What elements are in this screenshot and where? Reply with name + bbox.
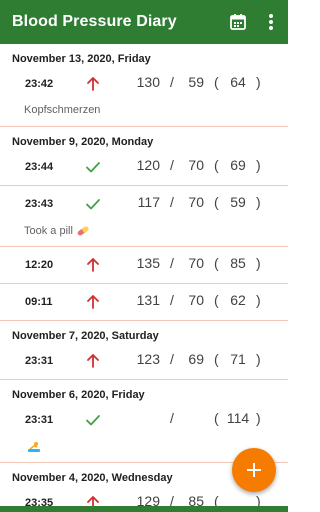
separator-slash: / bbox=[170, 410, 174, 426]
entry-time: 23:43 bbox=[25, 198, 54, 210]
pulse-value: 71 bbox=[230, 351, 246, 367]
pulse-paren-close: ) bbox=[256, 493, 261, 506]
diastolic-value: 70 bbox=[188, 157, 204, 173]
check-icon bbox=[86, 162, 100, 173]
arrow-up-icon bbox=[87, 354, 99, 368]
pulse-paren-close: ) bbox=[256, 157, 261, 173]
date-header: November 6, 2020, Friday bbox=[12, 389, 145, 401]
systolic-value: 129 bbox=[136, 493, 160, 506]
entry-row[interactable]: 12:20 135 / 70 (85) bbox=[0, 246, 288, 283]
separator-slash: / bbox=[170, 351, 174, 367]
entry-row[interactable]: 23:44 120 / 70 (69) bbox=[0, 149, 288, 185]
systolic-value: 117 bbox=[137, 194, 160, 210]
separator-slash: / bbox=[170, 194, 174, 210]
arrow-up-icon bbox=[87, 77, 99, 91]
entry-time: 09:11 bbox=[25, 296, 53, 308]
pulse-paren-close: ) bbox=[256, 74, 261, 90]
note-text: Took a pill bbox=[24, 224, 73, 237]
pulse-paren-open: ( bbox=[214, 351, 219, 367]
pulse-paren-open: ( bbox=[214, 292, 219, 308]
date-header: November 7, 2020, Saturday bbox=[12, 330, 159, 342]
check-icon bbox=[86, 415, 100, 426]
separator-slash: / bbox=[170, 255, 174, 271]
add-entry-button[interactable] bbox=[232, 448, 276, 492]
app-bar: Blood Pressure Diary bbox=[0, 0, 288, 44]
app-title: Blood Pressure Diary bbox=[12, 13, 177, 30]
entry-time: 23:42 bbox=[25, 78, 54, 90]
entry-time: 23:35 bbox=[25, 497, 54, 506]
separator-slash: / bbox=[170, 74, 174, 90]
entry-row[interactable]: 23:43 117 / 70 (59) Took a pill bbox=[0, 185, 288, 246]
entry-note: Took a pill bbox=[24, 224, 90, 238]
arrow-up-icon bbox=[87, 295, 99, 309]
swimmer-icon bbox=[28, 442, 40, 452]
more-vertical-icon[interactable] bbox=[263, 13, 279, 31]
entry-time: 12:20 bbox=[25, 259, 54, 271]
pulse-paren-close: ) bbox=[256, 194, 261, 210]
calendar-icon[interactable] bbox=[229, 13, 247, 31]
pulse-paren-open: ( bbox=[214, 157, 219, 173]
systolic-value: 135 bbox=[136, 255, 160, 271]
pulse-value: 114 bbox=[226, 410, 250, 426]
diastolic-value: 70 bbox=[188, 292, 204, 308]
systolic-value: 130 bbox=[136, 74, 160, 90]
pulse-value: 64 bbox=[230, 74, 246, 90]
pill-icon bbox=[77, 226, 89, 236]
entry-time: 23:31 bbox=[25, 355, 54, 367]
arrow-up-icon bbox=[87, 258, 99, 272]
pulse-value: 62 bbox=[230, 292, 246, 308]
pulse-paren-open: ( bbox=[214, 410, 219, 426]
pulse-value: 69 bbox=[230, 157, 246, 173]
note-text: Kopfschmerzen bbox=[24, 104, 101, 116]
diastolic-value: 70 bbox=[188, 194, 204, 210]
separator-slash: / bbox=[170, 157, 174, 173]
diastolic-value: 59 bbox=[188, 74, 204, 90]
diary-list[interactable]: November 13, 2020, Friday 23:42 130 / 59 (64)… bbox=[0, 44, 288, 506]
entry-time: 23:31 bbox=[25, 414, 54, 426]
entry-time: 23:44 bbox=[25, 161, 54, 173]
diastolic-value: 70 bbox=[188, 255, 204, 271]
systolic-value: 131 bbox=[136, 292, 160, 308]
entry-row[interactable]: 23:31 123 / 69 (71) bbox=[0, 343, 288, 379]
entry-note: Kopfschmerzen bbox=[24, 104, 100, 116]
day-group: November 13, 2020, Friday 23:42 130 / 59 (64)… bbox=[0, 44, 288, 127]
date-header: November 9, 2020, Monday bbox=[12, 136, 154, 148]
day-group: November 7, 2020, Saturday 23:31 123 / 69 (71… bbox=[0, 321, 288, 380]
pulse-paren-close: ) bbox=[256, 292, 261, 308]
bottom-bar bbox=[0, 506, 288, 512]
pulse-paren-open: ( bbox=[214, 255, 219, 271]
pulse-value: 85 bbox=[230, 255, 246, 271]
check-icon bbox=[86, 199, 100, 210]
diastolic-value: 85 bbox=[188, 493, 204, 506]
pulse-value: 59 bbox=[230, 194, 246, 210]
pulse-paren-close: ) bbox=[256, 255, 261, 271]
arrow-up-icon bbox=[87, 496, 99, 506]
entry-note bbox=[24, 440, 41, 454]
pulse-paren-close: ) bbox=[256, 351, 261, 367]
entry-row[interactable]: 23:42 130 / 59 (64) Kopfschmerzen bbox=[0, 66, 288, 126]
systolic-value: 120 bbox=[136, 157, 160, 173]
date-header: November 13, 2020, Friday bbox=[12, 53, 151, 65]
separator-slash: / bbox=[170, 493, 174, 506]
pulse-paren-open: ( bbox=[214, 194, 219, 210]
diastolic-value: 69 bbox=[188, 351, 204, 367]
pulse-paren-open: ( bbox=[214, 493, 219, 506]
pulse-paren-close: ) bbox=[256, 410, 261, 426]
separator-slash: / bbox=[170, 292, 174, 308]
day-group: November 9, 2020, Monday 23:44 120/70(69) 2… bbox=[0, 127, 288, 321]
entry-row[interactable]: 09:11 131 / 70 (62) bbox=[0, 283, 288, 320]
systolic-value: 123 bbox=[136, 351, 160, 367]
pulse-paren-open: ( bbox=[214, 74, 219, 90]
